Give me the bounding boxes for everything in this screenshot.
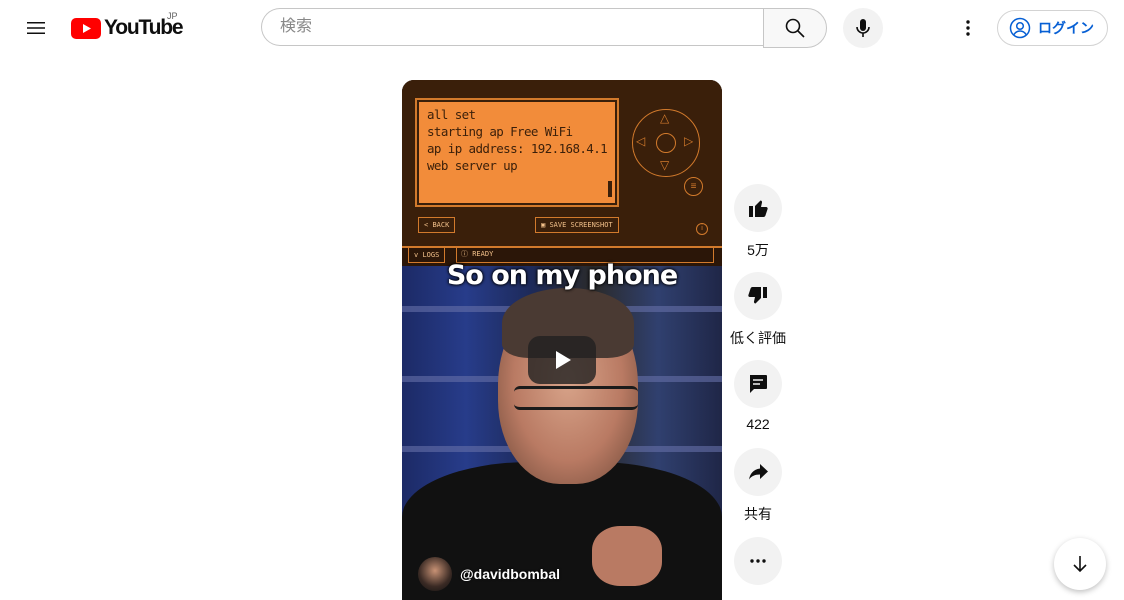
terminal-line: web server up xyxy=(427,158,518,173)
person-hand xyxy=(592,526,662,586)
share-button[interactable] xyxy=(734,448,782,496)
app-menu-icon: ≡ xyxy=(684,177,703,196)
search-box[interactable] xyxy=(261,8,763,46)
app-info-icon: i xyxy=(696,223,708,235)
app-back-label: BACK xyxy=(432,221,450,229)
share-action: 共有 xyxy=(734,448,782,524)
play-icon xyxy=(556,351,571,369)
search-icon xyxy=(785,18,805,38)
app-screenshot-label: SAVE SCREENSHOT xyxy=(549,221,613,229)
dpad-center-icon xyxy=(656,133,676,153)
channel-handle[interactable]: @davidbombal xyxy=(460,566,560,582)
comment-icon xyxy=(750,375,767,393)
login-label: ログイン xyxy=(1038,20,1094,36)
youtube-logo[interactable]: YouTube JP xyxy=(71,11,184,42)
terminal-line: starting ap Free WiFi xyxy=(427,124,573,139)
terminal-line: ap ip address: 192.168.4.1 xyxy=(427,141,608,156)
microphone-icon xyxy=(856,19,870,37)
play-button[interactable] xyxy=(528,336,596,384)
menu-button[interactable] xyxy=(16,8,56,48)
dislike-action: 低く評価 xyxy=(730,272,786,348)
video-scene xyxy=(402,266,722,600)
more-vertical-icon xyxy=(966,20,970,36)
channel-avatar[interactable] xyxy=(418,557,452,591)
like-count: 5万 xyxy=(747,242,769,258)
comments-action: 422 xyxy=(734,360,782,432)
person-glasses xyxy=(514,386,638,410)
dpad-left-icon: ◁ xyxy=(636,134,646,148)
share-icon xyxy=(749,464,768,480)
app-back-button: < BACK xyxy=(418,217,456,233)
more-actions-button[interactable] xyxy=(734,537,782,585)
dislike-button[interactable] xyxy=(734,272,782,320)
youtube-play-logo-icon xyxy=(71,17,101,39)
comments-button[interactable] xyxy=(734,360,782,408)
search-button[interactable] xyxy=(763,8,827,48)
dpad-control: △ ▽ ◁ ▷ xyxy=(632,109,700,177)
like-button[interactable] xyxy=(734,184,782,232)
video-caption: So on my phone xyxy=(446,260,678,291)
chevron-left-icon: < xyxy=(424,221,429,229)
thumbs-down-icon xyxy=(748,287,767,304)
terminal-line: all set xyxy=(427,107,476,122)
voice-search-button[interactable] xyxy=(843,8,883,48)
like-action: 5万 xyxy=(734,184,782,260)
comment-count: 422 xyxy=(746,416,770,432)
dislike-label: 低く評価 xyxy=(730,330,786,346)
more-action xyxy=(734,537,782,585)
dpad-down-icon: ▽ xyxy=(660,158,670,172)
video-app-panel: all set starting ap Free WiFi ap ip addr… xyxy=(402,80,722,266)
thumbs-up-icon xyxy=(749,200,768,217)
account-circle-icon xyxy=(1009,17,1031,39)
search-input[interactable] xyxy=(278,17,747,37)
settings-more-button[interactable] xyxy=(948,8,988,48)
chevron-down-icon: v xyxy=(414,251,419,259)
app-terminal: all set starting ap Free WiFi ap ip addr… xyxy=(417,100,617,205)
region-code: JP xyxy=(167,11,178,21)
app-main-area: all set starting ap Free WiFi ap ip addr… xyxy=(402,80,722,248)
app-logs-label: LOGS xyxy=(422,251,440,259)
share-label: 共有 xyxy=(744,506,772,522)
next-video-button[interactable] xyxy=(1054,538,1106,590)
arrow-down-icon xyxy=(1073,556,1087,573)
dpad-right-icon: ▷ xyxy=(684,134,694,148)
channel-info[interactable]: @davidbombal xyxy=(418,557,560,591)
status-info-icon: ⓘ xyxy=(461,250,468,258)
app-screenshot-button: ▣ SAVE SCREENSHOT xyxy=(535,217,619,233)
terminal-scrollbar xyxy=(608,181,612,197)
hamburger-icon xyxy=(27,22,45,34)
more-horizontal-icon xyxy=(750,559,766,563)
shorts-video-player[interactable]: all set starting ap Free WiFi ap ip addr… xyxy=(402,80,722,600)
save-icon: ▣ xyxy=(541,221,546,229)
login-button[interactable]: ログイン xyxy=(997,10,1108,46)
dpad-up-icon: △ xyxy=(660,111,670,125)
app-status-label: READY xyxy=(472,250,494,258)
